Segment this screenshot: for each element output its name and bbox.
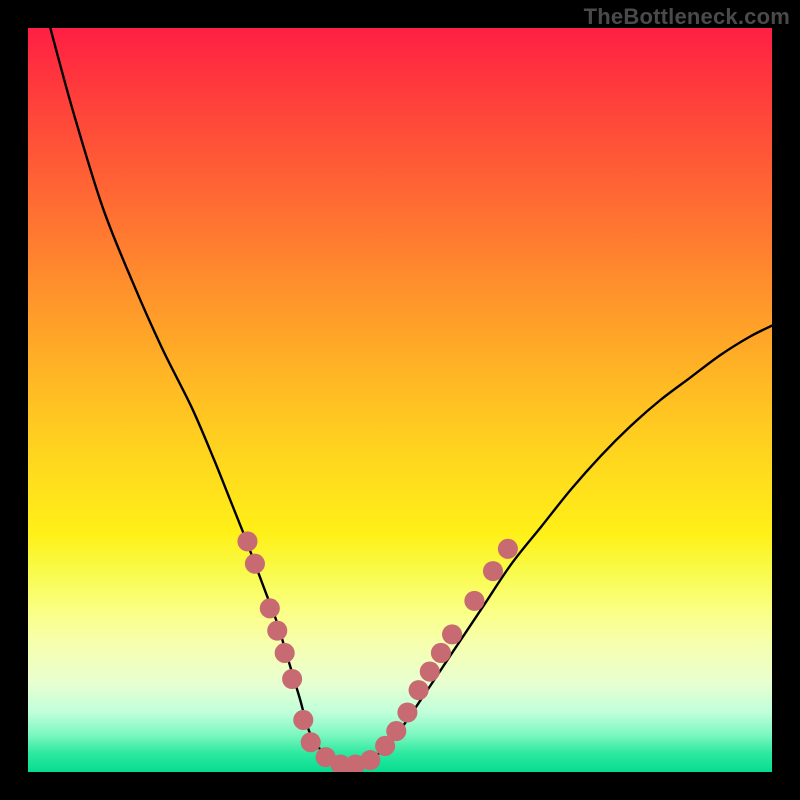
data-point: [360, 750, 380, 770]
data-point: [260, 598, 280, 618]
data-point: [245, 554, 265, 574]
marker-group: [237, 531, 517, 772]
data-point: [420, 662, 440, 682]
chart-container: TheBottleneck.com: [0, 0, 800, 800]
data-point: [267, 621, 287, 641]
data-point: [397, 702, 417, 722]
data-point: [237, 531, 257, 551]
data-point: [386, 721, 406, 741]
data-point: [498, 539, 518, 559]
watermark-text: TheBottleneck.com: [584, 4, 790, 30]
data-point: [275, 643, 295, 663]
data-point: [431, 643, 451, 663]
data-point: [301, 732, 321, 752]
data-point: [464, 591, 484, 611]
data-point: [293, 710, 313, 730]
chart-svg: [28, 28, 772, 772]
data-point: [409, 680, 429, 700]
data-point: [483, 561, 503, 581]
curve-line: [50, 28, 772, 766]
data-point: [442, 624, 462, 644]
data-point: [282, 669, 302, 689]
